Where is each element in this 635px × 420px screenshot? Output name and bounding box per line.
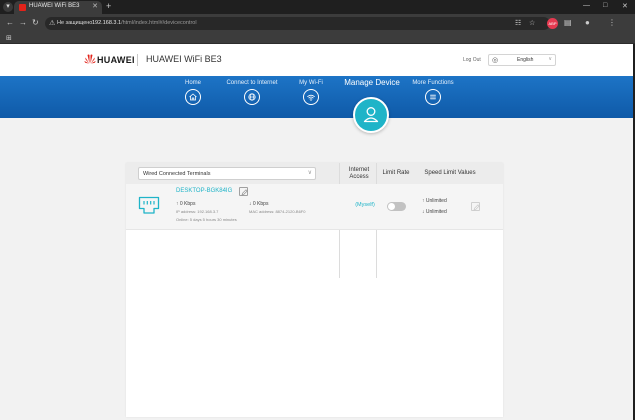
url-host: 192.168.3.1 <box>92 20 122 26</box>
huawei-logo-icon <box>84 54 96 64</box>
window-close-icon[interactable]: ✕ <box>622 2 628 10</box>
huawei-favicon-icon <box>19 4 26 11</box>
forward-icon[interactable]: → <box>19 18 27 27</box>
upload-limit: ↑ Unlimited <box>422 198 447 204</box>
mac-address: MAC address: 8874-2120-B6F0 <box>249 209 306 214</box>
product-name: HUAWEI WiFi BE3 <box>146 54 222 64</box>
header-divider <box>137 54 138 66</box>
url-path: /html/index.html#/devicecontrol <box>121 20 197 26</box>
page-viewport: HUAWEI HUAWEI WiFi BE3 Log Out ◎ English… <box>0 44 633 420</box>
tab-search-chevron-icon[interactable]: ▾ <box>3 2 13 12</box>
chevron-down-icon: ∨ <box>307 170 312 176</box>
reading-list-icon[interactable]: ▤ <box>564 18 572 27</box>
tab-title: HUAWEI WiFi BE3 <box>29 3 80 9</box>
bookmarks-bar: ⊞ <box>0 33 635 44</box>
ip-address: IP address: 192.168.3.7 <box>176 209 219 214</box>
ethernet-icon <box>138 196 160 214</box>
menu-icon[interactable] <box>425 89 441 105</box>
tab-close-icon[interactable]: ✕ <box>92 2 98 10</box>
page-header: HUAWEI HUAWEI WiFi BE3 Log Out ◎ English… <box>0 44 633 76</box>
col-limit-rate: Limit Rate <box>382 170 410 176</box>
chevron-down-icon: ∨ <box>548 56 552 62</box>
logout-link[interactable]: Log Out <box>463 57 481 63</box>
download-limit: ↓ Unlimited <box>422 209 447 215</box>
brand-name: HUAWEI <box>97 55 135 65</box>
edit-limit-icon[interactable] <box>471 202 480 211</box>
nav-label: More Functions <box>412 80 454 86</box>
language-value: English <box>517 57 534 63</box>
address-bar[interactable]: ⚠ Не защищено 192.168.3.1/html/index.htm… <box>45 17 550 30</box>
home-icon[interactable] <box>185 89 201 105</box>
profile-icon[interactable]: ● <box>585 18 590 27</box>
device-panel: Wired Connected Terminals ∨ Internet Acc… <box>126 163 503 417</box>
device-name: DESKTOP-BGK84IG <box>176 188 233 194</box>
language-globe-icon: ◎ <box>492 57 499 64</box>
not-secure-icon[interactable]: ⚠ <box>49 19 55 27</box>
terminal-type-select[interactable]: Wired Connected Terminals ∨ <box>138 167 316 180</box>
browser-toolbar: ← → ↻ ⚠ Не защищено 192.168.3.1/html/ind… <box>0 14 635 33</box>
apps-grid-icon[interactable]: ⊞ <box>6 34 12 42</box>
download-speed: ↓ 0 Kbps <box>249 201 269 207</box>
minimize-icon[interactable]: — <box>583 2 590 9</box>
url-text[interactable]: 192.168.3.1/html/index.html#/devicecontr… <box>92 20 197 26</box>
table-row: DESKTOP-BGK84IG ↑ 0 Kbps ↓ 0 Kbps IP add… <box>126 184 503 230</box>
edit-name-icon[interactable] <box>239 187 248 196</box>
main-nav: Home Connect to Internet My Wi-Fi Manage… <box>0 76 633 118</box>
col-internet-access: Internet Access <box>348 166 370 180</box>
browser-menu-icon[interactable]: ⋮ <box>608 18 616 27</box>
security-warning[interactable]: Не защищено <box>57 20 92 26</box>
upload-speed: ↑ 0 Kbps <box>176 201 196 207</box>
translate-icon[interactable]: ☷ <box>515 19 521 27</box>
browser-tab-bar: ▾ HUAWEI WiFi BE3 ✕ + — □ ✕ <box>0 0 635 14</box>
internet-access-value: (Myself) <box>355 202 375 208</box>
limit-rate-toggle[interactable] <box>387 202 406 211</box>
table-header: Wired Connected Terminals ∨ Internet Acc… <box>126 163 503 184</box>
adblock-extension-icon[interactable]: ABP <box>547 18 558 29</box>
toggle-knob <box>388 203 395 210</box>
browser-tab[interactable]: HUAWEI WiFi BE3 ✕ <box>14 1 102 14</box>
reload-icon[interactable]: ↻ <box>32 18 39 27</box>
nav-more-functions[interactable]: More Functions <box>393 80 473 105</box>
maximize-icon[interactable]: □ <box>603 2 607 9</box>
col-speed-limit: Speed Limit Values <box>424 170 476 176</box>
bookmark-star-icon[interactable]: ☆ <box>529 19 535 27</box>
online-duration: Online: 5 days 5 hours 30 minutes <box>176 217 237 222</box>
manage-device-user-icon[interactable] <box>353 97 389 133</box>
back-icon[interactable]: ← <box>6 18 14 27</box>
globe-icon[interactable] <box>244 89 260 105</box>
language-select[interactable]: ◎ English ∨ <box>488 54 556 66</box>
wifi-icon[interactable] <box>303 89 319 105</box>
terminal-type-value: Wired Connected Terminals <box>143 171 211 177</box>
new-tab-button[interactable]: + <box>106 1 111 11</box>
